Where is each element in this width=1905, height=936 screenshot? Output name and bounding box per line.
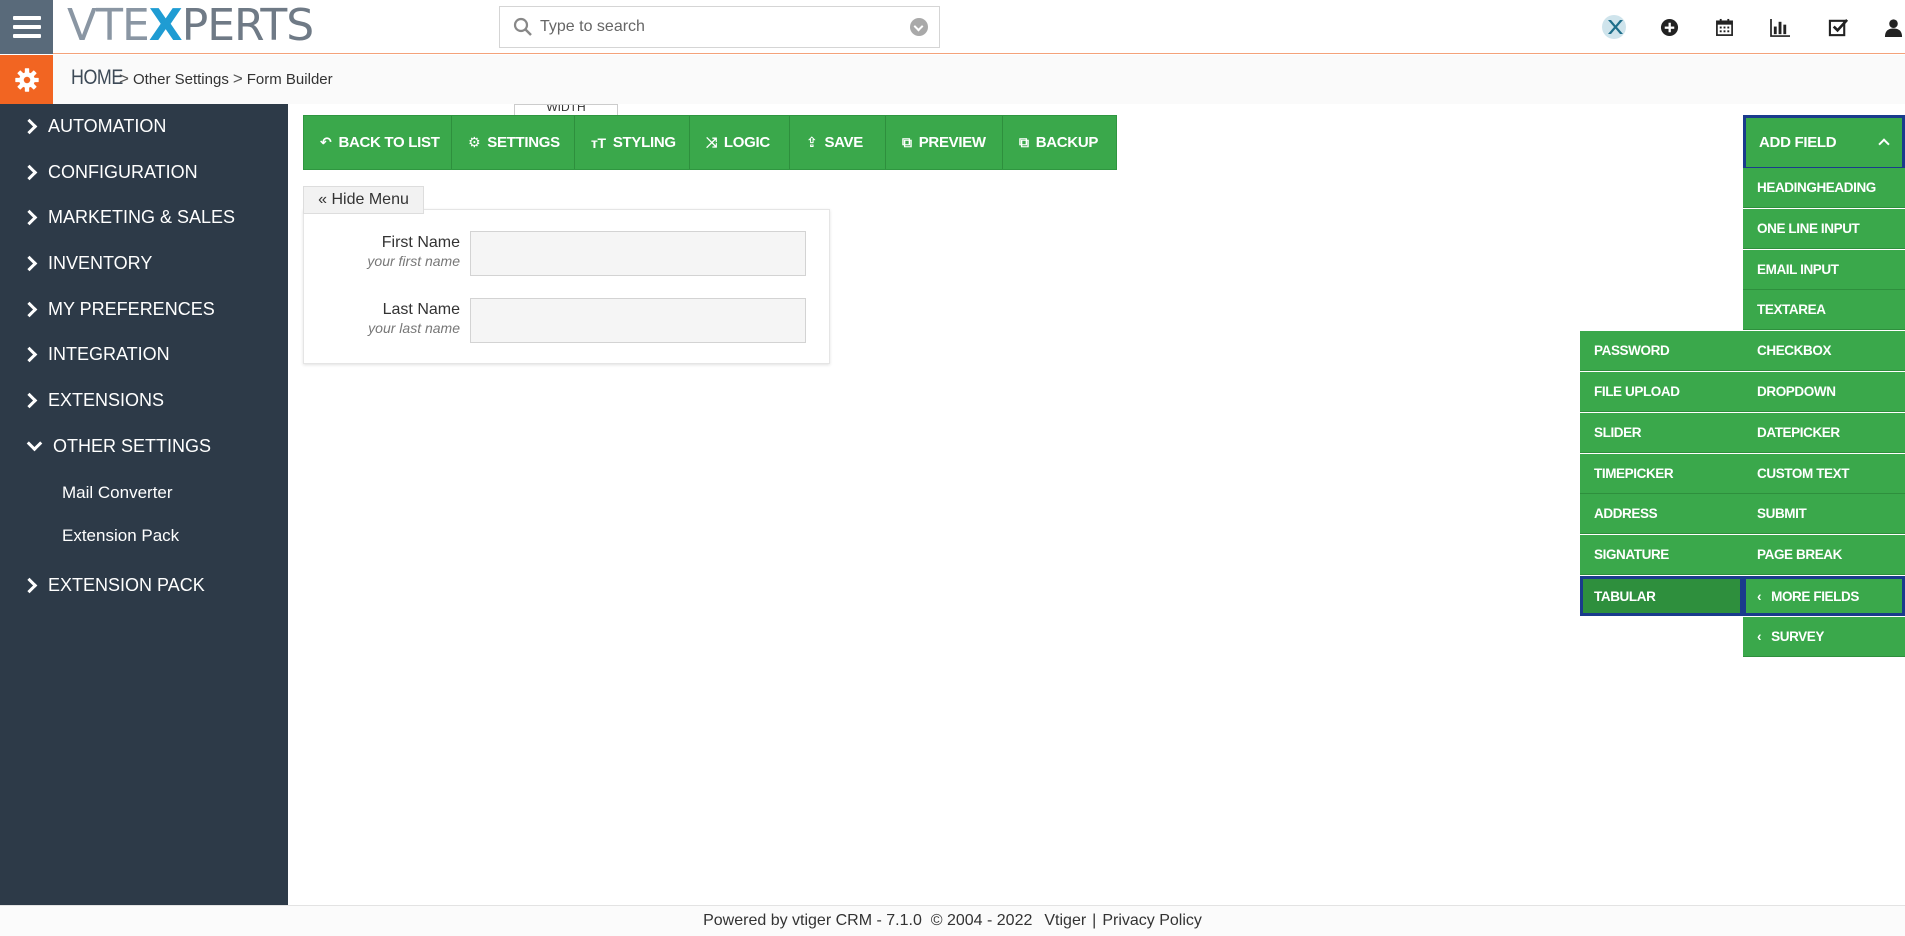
field-address[interactable]: ADDRESS: [1580, 494, 1743, 534]
settings-button[interactable]: ⚙ SETTINGS: [452, 116, 575, 169]
field-heading[interactable]: HEADINGHEADING: [1743, 168, 1905, 208]
more-fields-button[interactable]: ‹ MORE FIELDS: [1743, 576, 1905, 616]
save-button[interactable]: ⇪ SAVE: [790, 116, 886, 169]
breadcrumb-other-settings[interactable]: Other Settings: [133, 71, 229, 88]
footer-privacy-policy-link[interactable]: Privacy Policy: [1102, 912, 1202, 930]
sidebar-item-extensions[interactable]: EXTENSIONS: [0, 380, 288, 420]
last-name-label: Last Name: [382, 301, 460, 318]
chevron-down-icon: [26, 439, 40, 453]
add-icon[interactable]: [1656, 14, 1682, 40]
field-email-input[interactable]: EMAIL INPUT: [1743, 250, 1905, 290]
sidebar-subitem-extension-pack[interactable]: Extension Pack: [62, 526, 179, 546]
tasks-checkbox-icon[interactable]: [1825, 14, 1851, 40]
chevron-right-icon: [24, 302, 38, 316]
back-to-list-button[interactable]: ↶ BACK TO LIST: [304, 116, 452, 169]
sidebar-item-other-settings[interactable]: OTHER SETTINGS: [0, 426, 288, 466]
chevron-right-icon: [24, 165, 38, 179]
last-name-sublabel: your last name: [368, 320, 460, 336]
styling-button[interactable]: ᴛT STYLING: [575, 116, 690, 169]
sidebar-item-automation[interactable]: AUTOMATION: [0, 106, 288, 146]
form-canvas: First Name your first name Last Name you…: [303, 209, 830, 364]
user-profile-icon[interactable]: [1880, 14, 1905, 40]
chevron-right-icon: [24, 210, 38, 224]
field-page-break[interactable]: PAGE BREAK: [1743, 535, 1905, 575]
chevron-right-icon: [24, 119, 38, 133]
footer: Powered by vtiger CRM - 7.1.0 © 2004 - 2…: [0, 905, 1905, 936]
width-tab[interactable]: WIDTH: [514, 104, 618, 115]
sidebar-item-marketing-sales[interactable]: MARKETING & SALES: [0, 197, 288, 237]
field-slider[interactable]: SLIDER: [1580, 413, 1743, 453]
first-name-label: First Name: [381, 234, 460, 251]
chevron-right-icon: [24, 393, 38, 407]
logic-button[interactable]: ⤨ LOGIC: [690, 116, 790, 169]
sidebar-item-inventory[interactable]: INVENTORY: [0, 243, 288, 283]
search-icon: [513, 17, 532, 36]
text-size-icon: ᴛT: [591, 134, 606, 151]
breadcrumb: HOME > Other Settings > Form Builder: [71, 66, 333, 90]
hamburger-menu-icon[interactable]: [0, 0, 53, 54]
chevron-left-icon: ‹: [1757, 629, 1762, 644]
global-search: [499, 6, 940, 48]
vtexperts-x-icon[interactable]: [1601, 14, 1627, 40]
add-field-toggle[interactable]: ADD FIELD: [1743, 115, 1905, 170]
last-name-input[interactable]: [470, 298, 806, 343]
sidebar-item-integration[interactable]: INTEGRATION: [0, 334, 288, 374]
field-submit[interactable]: SUBMIT: [1743, 494, 1905, 534]
chevron-left-icon: ‹: [1757, 588, 1762, 604]
settings-sidebar: AUTOMATION CONFIGURATION MARKETING & SAL…: [0, 104, 288, 905]
field-textarea[interactable]: TEXTAREA: [1743, 290, 1905, 330]
external-link-icon: ⧉: [1019, 134, 1029, 150]
upload-icon: ⇪: [806, 134, 818, 150]
breadcrumb-bar: HOME > Other Settings > Form Builder: [0, 55, 1905, 104]
undo-arrow-icon: ↶: [320, 134, 332, 150]
footer-powered-by: Powered by vtiger CRM - 7.1.0 © 2004 - 2…: [703, 912, 1033, 929]
breadcrumb-home[interactable]: HOME: [71, 66, 123, 90]
chevron-right-icon: [24, 347, 38, 361]
gear-icon: ⚙: [468, 134, 481, 150]
field-tabular[interactable]: TABULAR: [1580, 576, 1743, 616]
external-link-icon: ⧉: [902, 134, 912, 150]
breadcrumb-separator: >: [232, 69, 243, 88]
field-datepicker[interactable]: DATEPICKER: [1743, 413, 1905, 453]
field-one-line-input[interactable]: ONE LINE INPUT: [1743, 209, 1905, 249]
form-builder-toolbar: ↶ BACK TO LIST ⚙ SETTINGS ᴛT STYLING ⤨ LOGIC…: [303, 115, 1117, 170]
footer-separator: |: [1092, 912, 1097, 929]
field-checkbox[interactable]: CHECKBOX: [1743, 331, 1905, 371]
first-name-input[interactable]: [470, 231, 806, 276]
settings-gear-icon[interactable]: [0, 55, 53, 104]
vtexperts-logo[interactable]: VTEXPERTS: [67, 2, 314, 50]
sidebar-item-extension-pack[interactable]: EXTENSION PACK: [0, 565, 288, 605]
chevron-right-icon: [24, 256, 38, 270]
first-name-sublabel: your first name: [367, 253, 460, 269]
calendar-icon[interactable]: [1711, 14, 1737, 40]
top-bar: VTEXPERTS: [0, 0, 1905, 54]
first-name-row[interactable]: First Name your first name: [304, 231, 831, 276]
breadcrumb-form-builder: Form Builder: [246, 71, 333, 88]
field-timepicker[interactable]: TIMEPICKER: [1580, 454, 1743, 494]
hide-menu-button[interactable]: « Hide Menu: [303, 186, 424, 214]
field-custom-text[interactable]: CUSTOM TEXT: [1743, 454, 1905, 494]
field-file-upload[interactable]: FILE UPLOAD: [1580, 372, 1743, 412]
field-password[interactable]: PASSWORD: [1580, 331, 1743, 371]
sidebar-item-my-preferences[interactable]: MY PREFERENCES: [0, 289, 288, 329]
sidebar-subitem-mail-converter[interactable]: Mail Converter: [62, 483, 173, 503]
chevron-up-icon: [1878, 138, 1890, 150]
backup-button[interactable]: ⧉ BACKUP: [1003, 116, 1116, 169]
search-dropdown-icon[interactable]: [910, 18, 928, 36]
search-input[interactable]: [540, 13, 900, 41]
field-survey[interactable]: ‹ SURVEY: [1743, 617, 1905, 657]
field-dropdown[interactable]: DROPDOWN: [1743, 372, 1905, 412]
shuffle-icon: ⤨: [706, 134, 717, 150]
last-name-row[interactable]: Last Name your last name: [304, 298, 831, 343]
sidebar-item-configuration[interactable]: CONFIGURATION: [0, 152, 288, 192]
field-signature[interactable]: SIGNATURE: [1580, 535, 1743, 575]
reports-chart-icon[interactable]: [1767, 14, 1793, 40]
footer-vtiger-link[interactable]: Vtiger: [1044, 912, 1086, 930]
preview-button[interactable]: ⧉ PREVIEW: [886, 116, 1003, 169]
chevron-right-icon: [24, 578, 38, 592]
